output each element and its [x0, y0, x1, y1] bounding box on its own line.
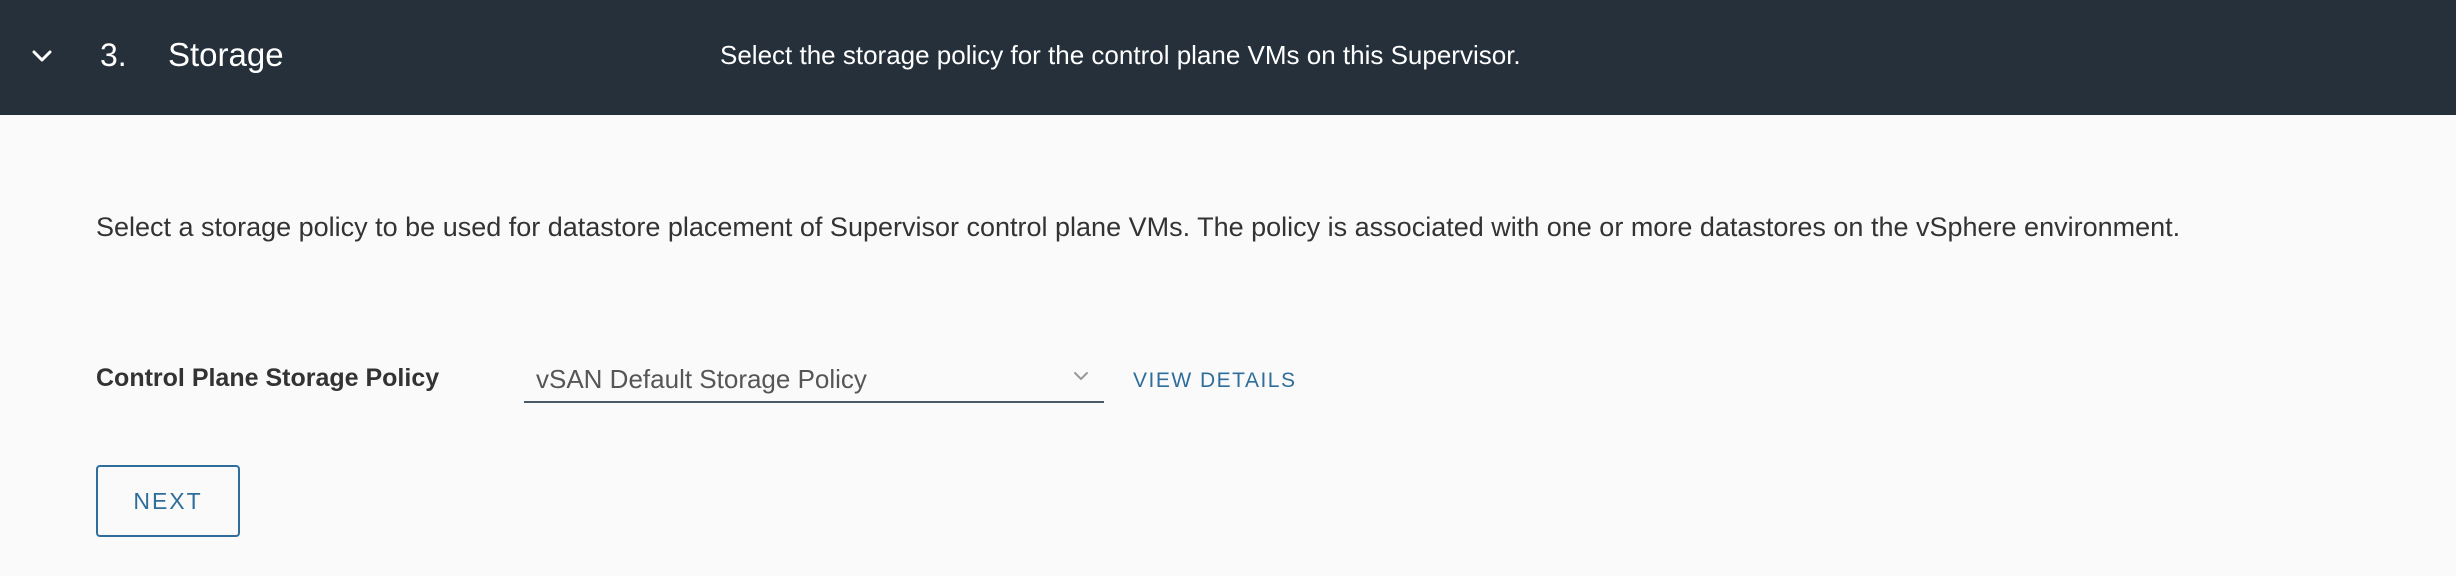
intro-text: Select a storage policy to be used for d… — [96, 212, 2181, 242]
select-caret-svg — [1074, 372, 1088, 380]
chevron-down-icon[interactable] — [28, 42, 56, 70]
view-details-link[interactable]: VIEW DETAILS — [1133, 366, 1296, 396]
step-number: 3. — [100, 37, 127, 73]
storage-policy-label: Control Plane Storage Policy — [96, 364, 440, 392]
chevron-down-icon-svg — [32, 50, 52, 62]
step-title: Storage — [168, 36, 284, 73]
next-button[interactable]: NEXT — [96, 465, 240, 537]
chevron-down-icon — [1070, 365, 1092, 387]
step-header: 3. Storage Select the storage policy for… — [0, 0, 2456, 115]
step-content: Select a storage policy to be used for d… — [0, 115, 2456, 576]
storage-policy-select[interactable]: vSAN Default Storage Policy — [524, 353, 1104, 403]
storage-policy-value: vSAN Default Storage Policy — [536, 364, 867, 394]
step-description: Select the storage policy for the contro… — [720, 40, 1521, 70]
